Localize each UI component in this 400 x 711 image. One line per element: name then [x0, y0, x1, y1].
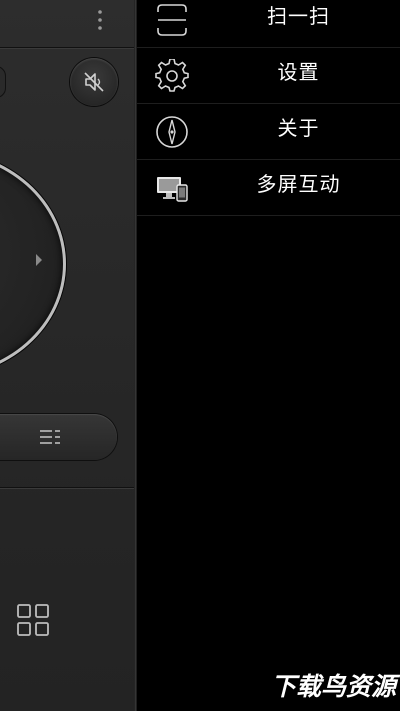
- menu-lines-icon: [40, 430, 60, 444]
- menu-item-label: 设置: [277, 60, 320, 84]
- multi-screen-icon: [157, 177, 188, 202]
- more-vertical-icon[interactable]: [90, 6, 110, 34]
- menu-item-label: 多屏互动: [256, 172, 341, 196]
- compass-icon: [156, 116, 188, 148]
- watermark-text: 下载鸟资源: [270, 672, 396, 701]
- menu-button[interactable]: [0, 414, 117, 460]
- menu-item-about[interactable]: 关于: [137, 105, 400, 160]
- menu-item-label: 扫一扫: [267, 4, 330, 28]
- chevron-right-icon[interactable]: [34, 252, 44, 268]
- menu-item-settings[interactable]: 设置: [137, 49, 400, 104]
- partial-button[interactable]: [0, 66, 6, 98]
- grid-icon[interactable]: [16, 603, 50, 637]
- scan-icon: [157, 4, 187, 36]
- remote-panel: [0, 0, 134, 711]
- gear-icon: [155, 59, 189, 92]
- direction-pad[interactable]: [0, 150, 66, 378]
- bottom-divider: [0, 487, 134, 488]
- side-drawer: 扫一扫 设置 关于 多屏互动 下载鸟资源: [137, 0, 400, 711]
- mute-icon: [84, 72, 104, 92]
- menu-item-label: 关于: [277, 116, 320, 140]
- menu-item-multiscreen[interactable]: 多屏互动: [137, 161, 400, 216]
- menu-item-scan[interactable]: 扫一扫: [137, 0, 400, 48]
- top-divider: [0, 47, 134, 48]
- mute-button[interactable]: [70, 58, 118, 106]
